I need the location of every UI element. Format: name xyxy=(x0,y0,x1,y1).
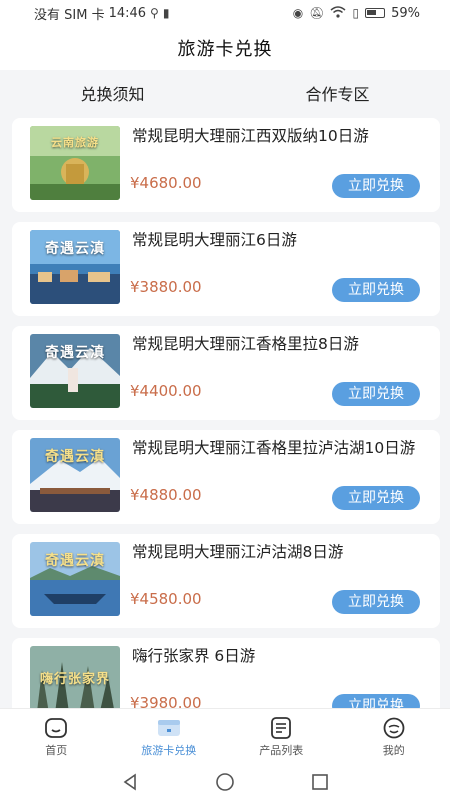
thumbnail-caption: 奇遇云滇 xyxy=(45,553,105,569)
product-thumbnail: 奇遇云滇 xyxy=(30,230,120,304)
nav-product-list[interactable]: 产品列表 xyxy=(225,709,338,765)
battery-text: 59% xyxy=(391,5,420,21)
carrier-text: 没有 SIM 卡 xyxy=(34,7,105,23)
usb-icon: ⚲ xyxy=(150,6,159,20)
redeem-button[interactable]: 立即兑换 xyxy=(332,174,420,198)
thumbnail-caption: 云南旅游 xyxy=(51,136,99,149)
product-card[interactable]: 奇遇云滇 常规昆明大理丽江泸沽湖8日游 ¥4580.00 立即兑换 xyxy=(12,534,440,628)
nav-label: 产品列表 xyxy=(259,743,304,757)
nav-profile[interactable]: 我的 xyxy=(338,709,450,765)
status-left: 没有 SIM 卡 14:46 ⚲ ▮ xyxy=(34,4,169,23)
recents-icon[interactable] xyxy=(311,773,329,791)
product-card[interactable]: 奇遇云滇 常规昆明大理丽江香格里拉8日游 ¥4400.00 立即兑换 xyxy=(12,326,440,420)
thumbnail-caption: 奇遇云滇 xyxy=(45,449,105,465)
product-thumbnail: 奇遇云滇 xyxy=(30,438,120,512)
product-title: 常规昆明大理丽江西双版纳10日游 xyxy=(132,127,369,145)
product-thumbnail: 云南旅游 xyxy=(30,126,120,200)
product-title: 嗨行张家界 6日游 xyxy=(132,647,256,665)
notification-icon: ▮ xyxy=(162,6,170,20)
product-card[interactable]: 云南旅游 常规昆明大理丽江西双版纳10日游 ¥4680.00 立即兑换 xyxy=(12,118,440,212)
status-bar: 没有 SIM 卡 14:46 ⚲ ▮ ◉ 🔕︎ ▯ 59% xyxy=(0,0,450,26)
product-price: ¥4400.00 xyxy=(130,382,202,400)
product-title: 常规昆明大理丽江香格里拉泸沽湖10日游 xyxy=(132,439,416,457)
profile-icon xyxy=(383,717,405,738)
product-title: 常规昆明大理丽江香格里拉8日游 xyxy=(132,335,359,353)
redeem-button[interactable]: 立即兑换 xyxy=(332,278,420,302)
back-icon[interactable] xyxy=(121,773,139,791)
app-header: 旅游卡兑换 xyxy=(0,26,450,70)
nav-card-redeem[interactable]: 旅游卡兑换 xyxy=(113,709,226,765)
list-icon xyxy=(271,716,292,739)
card-icon xyxy=(157,719,180,736)
product-price: ¥4880.00 xyxy=(130,486,202,504)
mute-icon: 🔕︎ xyxy=(309,6,325,20)
tab-partner-zone[interactable]: 合作专区 xyxy=(225,81,450,105)
redeem-button[interactable]: 立即兑换 xyxy=(332,486,420,510)
nav-label: 旅游卡兑换 xyxy=(141,743,197,757)
bottom-nav: 首页 旅游卡兑换 产品列表 我的 xyxy=(0,708,450,765)
home-icon xyxy=(45,717,68,738)
product-price: ¥4580.00 xyxy=(130,590,202,608)
product-thumbnail: 奇遇云滇 xyxy=(30,334,120,408)
product-card[interactable]: 奇遇云滇 常规昆明大理丽江香格里拉泸沽湖10日游 ¥4880.00 立即兑换 xyxy=(12,430,440,524)
redeem-button[interactable]: 立即兑换 xyxy=(332,382,420,406)
thumbnail-caption: 奇遇云滇 xyxy=(45,241,105,257)
thumbnail-caption: 嗨行张家界 xyxy=(39,672,110,687)
page-title: 旅游卡兑换 xyxy=(177,39,273,60)
home-circle-icon[interactable] xyxy=(215,772,235,792)
product-price: ¥4680.00 xyxy=(130,174,202,192)
thumbnail-caption: 奇遇云滇 xyxy=(45,345,105,361)
vibrate-icon: ▯ xyxy=(352,6,360,20)
eye-icon: ◉ xyxy=(292,6,304,20)
product-price: ¥3880.00 xyxy=(130,278,202,296)
tab-row: 兑换须知 合作专区 xyxy=(0,74,450,112)
nav-label: 首页 xyxy=(45,743,68,757)
product-card[interactable]: 奇遇云滇 常规昆明大理丽江6日游 ¥3880.00 立即兑换 xyxy=(12,222,440,316)
redeem-button[interactable]: 立即兑换 xyxy=(332,590,420,614)
system-nav-bar xyxy=(0,764,450,800)
product-title: 常规昆明大理丽江6日游 xyxy=(132,231,297,249)
nav-home[interactable]: 首页 xyxy=(0,709,113,765)
nav-label: 我的 xyxy=(382,743,405,757)
product-title: 常规昆明大理丽江泸沽湖8日游 xyxy=(132,543,344,561)
product-thumbnail: 奇遇云滇 xyxy=(30,542,120,616)
status-right: ◉ 🔕︎ ▯ 59% xyxy=(293,6,420,21)
wifi-icon xyxy=(330,5,346,21)
tab-redeem-notice[interactable]: 兑换须知 xyxy=(0,81,225,105)
battery-icon xyxy=(365,8,386,18)
time-text: 14:46 xyxy=(108,5,147,21)
